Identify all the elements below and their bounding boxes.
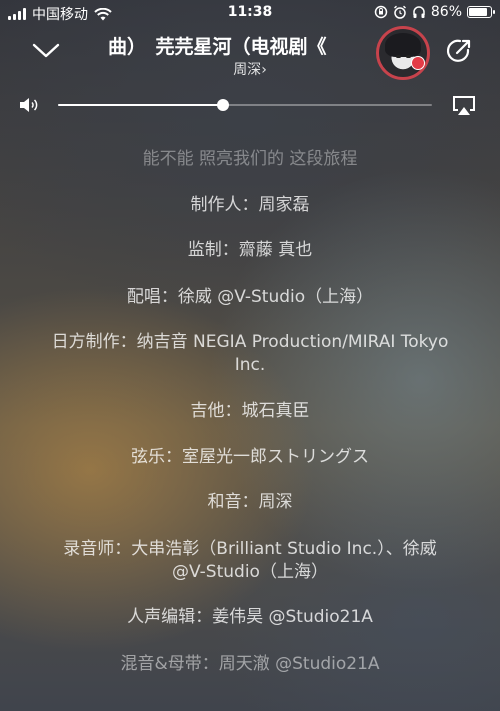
song-title: 曲） 芫芫星河（电视剧《 <box>108 36 327 58</box>
share-icon[interactable] <box>444 36 474 66</box>
volume-slider[interactable] <box>58 99 432 111</box>
player-header: 曲） 芫芫星河（电视剧《 周深› <box>0 26 500 86</box>
headphones-icon <box>413 6 425 18</box>
volume-slider-fill <box>58 104 223 106</box>
volume-control <box>0 90 500 120</box>
credit-line: 制作人：周家磊 <box>190 195 310 215</box>
chevron-right-icon: › <box>261 62 267 78</box>
battery-percent: 86% <box>430 4 462 20</box>
avatar-badge-icon <box>411 56 425 70</box>
artist-name: 周深 <box>233 62 262 78</box>
volume-slider-knob[interactable] <box>216 99 229 111</box>
listener-avatar[interactable] <box>376 26 430 80</box>
song-title-marquee: 曲） 芫芫星河（电视剧《 <box>108 32 370 58</box>
rotation-lock-icon <box>374 5 388 19</box>
airplay-icon[interactable] <box>452 95 476 117</box>
credit-line: 混音&母带：周天澈 @Studio21A <box>120 654 380 674</box>
lyric-line: 能不能 照亮我们的 这段旅程 <box>142 149 358 169</box>
credit-line: 人声编辑：姜伟昊 @Studio21A <box>127 607 373 627</box>
credit-line: 监制：齋藤 真也 <box>187 240 313 260</box>
credit-line: 录音师：大串浩彰（Brilliant Studio Inc.）、徐威 @V-St… <box>63 539 437 582</box>
credit-line: 配唱：徐威 @V-Studio（上海） <box>126 287 374 307</box>
status-bar: 中国移动 11:38 86% <box>0 0 500 26</box>
credit-line: 弦乐：室屋光一郎ストリングス <box>131 447 369 467</box>
speaker-icon <box>20 98 38 112</box>
credit-line: 日方制作：纳吉音 NEGIA Production/MIRAI Tokyo In… <box>51 332 449 375</box>
credit-line: 和音：周深 <box>207 492 293 512</box>
credit-line: 吉他：城石真臣 <box>190 401 310 421</box>
battery-icon <box>467 6 495 18</box>
alarm-icon <box>393 5 406 19</box>
